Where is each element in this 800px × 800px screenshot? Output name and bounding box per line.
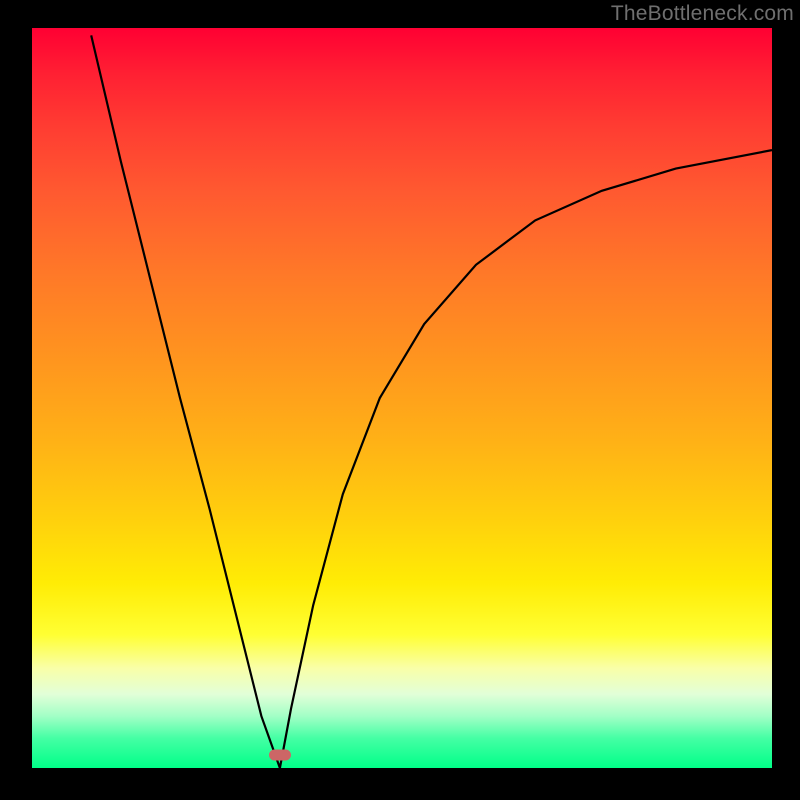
watermark-text: TheBottleneck.com <box>611 2 794 26</box>
bottleneck-curve-right <box>280 150 772 768</box>
chart-container: TheBottleneck.com <box>0 0 800 800</box>
minimum-marker-icon <box>269 749 291 760</box>
curve-svg <box>32 28 772 768</box>
plot-area <box>32 28 772 768</box>
bottleneck-curve-left <box>91 35 280 768</box>
